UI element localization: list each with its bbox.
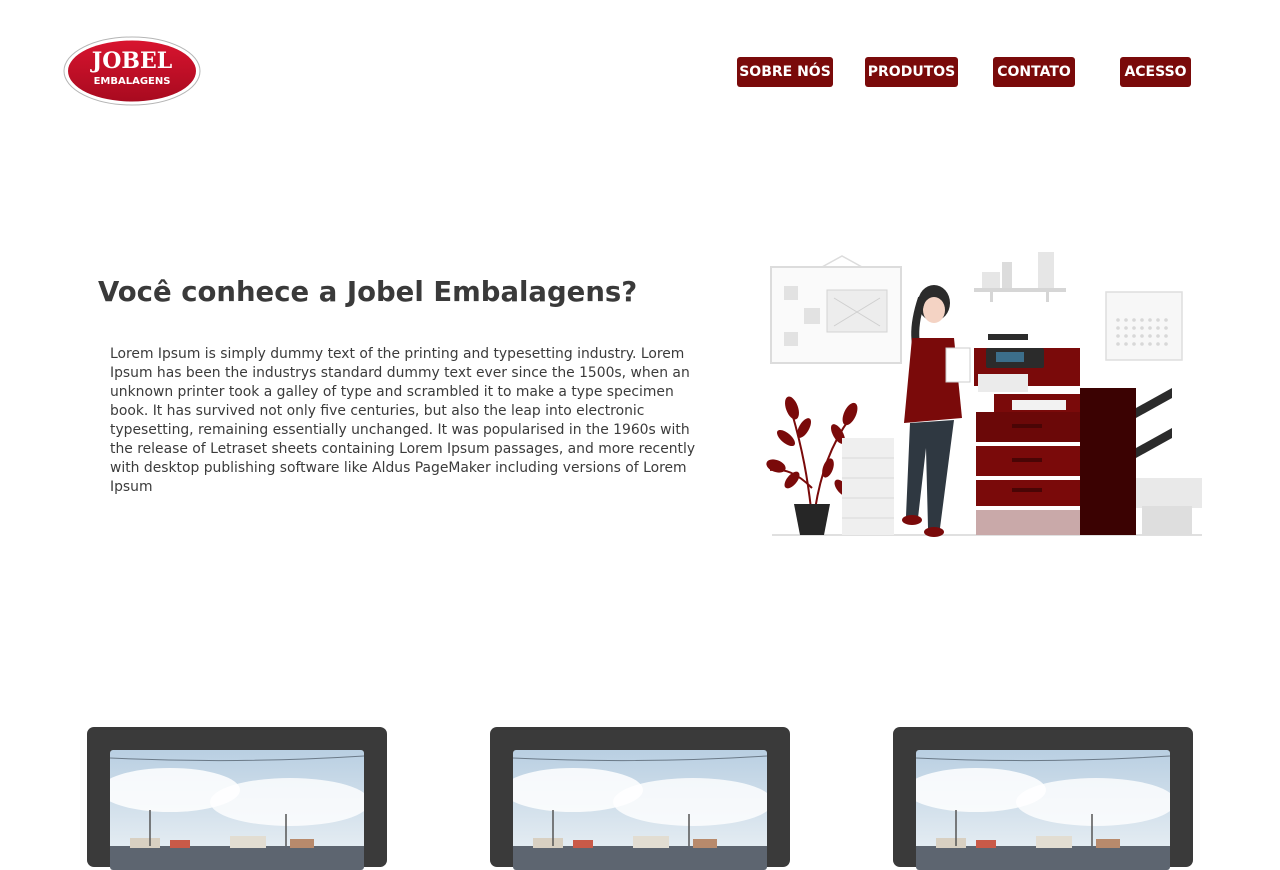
product-card[interactable] (87, 727, 387, 870)
product-card[interactable] (893, 727, 1193, 870)
office-printer-illustration (766, 252, 1202, 537)
nav-acesso-button[interactable]: ACESSO (1120, 57, 1191, 87)
city-skyline-photo (110, 750, 364, 870)
nav-produtos-button[interactable]: PRODUTOS (865, 57, 958, 87)
nav-sobre-nos-button[interactable]: SOBRE NÓS (737, 57, 833, 87)
product-card[interactable] (490, 727, 790, 870)
svg-text:EMBALAGENS: EMBALAGENS (94, 76, 171, 87)
city-skyline-photo (513, 750, 767, 870)
city-skyline-photo (916, 750, 1170, 870)
svg-text:JOBEL: JOBEL (90, 48, 172, 74)
page-title: Você conhece a Jobel Embalagens? (98, 276, 638, 308)
intro-paragraph: Lorem Ipsum is simply dummy text of the … (110, 346, 696, 495)
nav-contato-button[interactable]: CONTATO (993, 57, 1075, 87)
jobel-logo[interactable]: JOBEL EMBALAGENS (62, 35, 202, 107)
